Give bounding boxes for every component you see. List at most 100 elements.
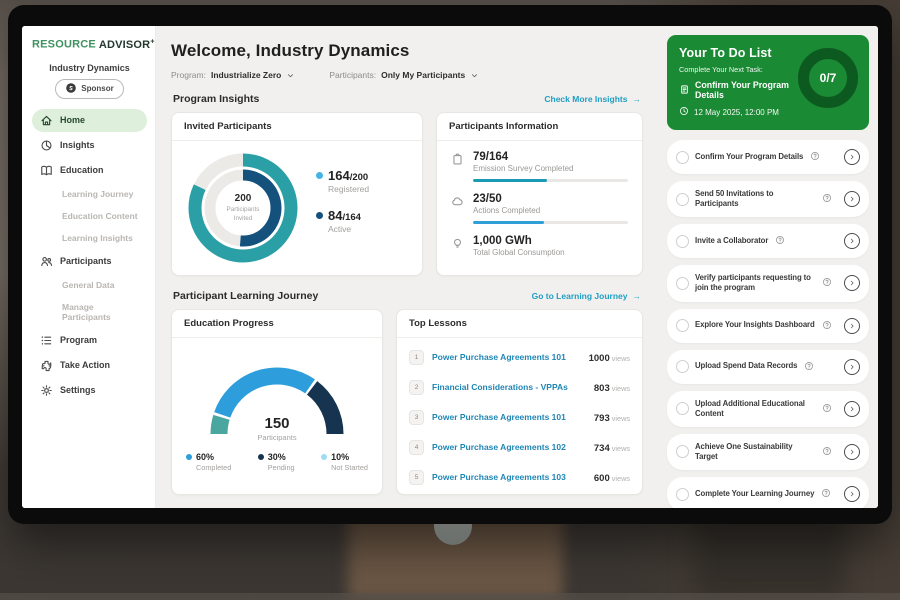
legend-dot bbox=[258, 454, 264, 460]
task-label: Confirm Your Program Details bbox=[695, 152, 803, 162]
question-icon[interactable] bbox=[775, 232, 785, 250]
sidebar-nav: HomeInsightsEducationLearning JourneyEdu… bbox=[32, 109, 147, 402]
task-label: Verify participants requesting to join t… bbox=[695, 273, 815, 293]
sidebar-item-learning-journey[interactable]: Learning Journey bbox=[32, 184, 147, 204]
sidebar-item-manage-participants[interactable]: Manage Participants bbox=[32, 297, 147, 327]
question-icon[interactable] bbox=[810, 148, 820, 166]
lesson-link[interactable]: Power Purchase Agreements 103 bbox=[432, 472, 586, 482]
todo-task-list: Confirm Your Program Details Send 50 Invi… bbox=[667, 140, 869, 508]
todo-task-confirm-your-program-details[interactable]: Confirm Your Program Details bbox=[667, 140, 869, 174]
page-title: Welcome, Industry Dynamics bbox=[171, 41, 643, 61]
education-progress-gauge: 150 Participants bbox=[191, 348, 363, 442]
legend-percent: 10% bbox=[331, 452, 349, 462]
todo-task-complete-your-learning-journey[interactable]: Complete Your Learning Journey bbox=[667, 477, 869, 508]
task-go-button[interactable] bbox=[844, 233, 860, 249]
question-icon bbox=[822, 446, 832, 456]
legend-label: Not Started bbox=[331, 463, 368, 472]
progress-bar bbox=[473, 221, 628, 224]
sponsor-badge-label: Sponsor bbox=[81, 84, 113, 93]
task-checkbox[interactable] bbox=[676, 235, 689, 248]
lesson-row: 4Power Purchase Agreements 102734views bbox=[409, 432, 630, 462]
task-go-button[interactable] bbox=[844, 318, 860, 334]
task-checkbox[interactable] bbox=[676, 445, 689, 458]
question-icon[interactable] bbox=[821, 485, 831, 503]
participants-icon bbox=[40, 255, 53, 268]
sidebar-item-take-action[interactable]: Take Action bbox=[32, 354, 147, 377]
task-go-button[interactable] bbox=[844, 149, 860, 165]
legend-value: 164/200 bbox=[328, 168, 368, 183]
app-logo[interactable]: RESOURCE ADVISOR+ bbox=[32, 38, 147, 51]
sidebar-item-insights[interactable]: Insights bbox=[32, 134, 147, 157]
lesson-link[interactable]: Power Purchase Agreements 101 bbox=[432, 352, 581, 362]
task-checkbox[interactable] bbox=[676, 360, 689, 373]
todo-task-verify-participants-requesting-to-join-the-program[interactable]: Verify participants requesting to join t… bbox=[667, 265, 869, 301]
stat-total-global-consumption: 1,000 GWhTotal Global Consumption bbox=[451, 235, 628, 257]
question-icon[interactable] bbox=[822, 317, 832, 335]
todo-task-upload-additional-educational-content[interactable]: Upload Additional Educational Content bbox=[667, 391, 869, 427]
legend-dot bbox=[316, 212, 323, 219]
task-checkbox[interactable] bbox=[676, 193, 689, 206]
task-go-button[interactable] bbox=[844, 191, 860, 207]
question-icon[interactable] bbox=[804, 358, 814, 376]
chevron-right-icon bbox=[848, 490, 856, 498]
task-checkbox[interactable] bbox=[676, 319, 689, 332]
gauge-center-label: 150 Participants bbox=[191, 415, 363, 442]
lesson-link[interactable]: Power Purchase Agreements 101 bbox=[432, 412, 586, 422]
task-checkbox[interactable] bbox=[676, 277, 689, 290]
todo-task-send-50-invitations-to-participants[interactable]: Send 50 Invitations to Participants bbox=[667, 181, 869, 217]
donut-center-label: 200 Participants Invited bbox=[182, 147, 304, 269]
filter-program[interactable]: Program:Industrialize Zero bbox=[171, 70, 295, 80]
sidebar-item-home[interactable]: Home bbox=[32, 109, 147, 132]
sidebar-item-label: General Data bbox=[62, 280, 114, 290]
sidebar-item-program[interactable]: Program bbox=[32, 329, 147, 352]
sidebar-item-education[interactable]: Education bbox=[32, 159, 147, 182]
question-icon[interactable] bbox=[822, 190, 832, 208]
check-more-insights-link[interactable]: Check More Insights → bbox=[544, 94, 641, 104]
question-icon[interactable] bbox=[822, 443, 832, 461]
card-title: Top Lessons bbox=[397, 310, 642, 338]
sidebar-item-education-content[interactable]: Education Content bbox=[32, 206, 147, 226]
question-icon[interactable] bbox=[822, 274, 832, 292]
sidebar-item-general-data[interactable]: General Data bbox=[32, 275, 147, 295]
task-checkbox[interactable] bbox=[676, 151, 689, 164]
participants-information-card: Participants Information 79/164Emission … bbox=[436, 112, 643, 276]
todo-task-explore-your-insights-dashboard[interactable]: Explore Your Insights Dashboard bbox=[667, 309, 869, 343]
stat-emission-survey-completed: 79/164Emission Survey Completed bbox=[451, 151, 628, 182]
lesson-link[interactable]: Financial Considerations - VPPAs bbox=[432, 382, 586, 392]
legend-dot bbox=[186, 454, 192, 460]
sidebar-item-learning-insights[interactable]: Learning Insights bbox=[32, 228, 147, 248]
lesson-views: 600views bbox=[594, 468, 630, 486]
task-go-button[interactable] bbox=[844, 401, 860, 417]
task-go-button[interactable] bbox=[844, 275, 860, 291]
progress-bar bbox=[473, 179, 628, 182]
sponsor-badge[interactable]: Sponsor bbox=[55, 79, 123, 99]
task-checkbox[interactable] bbox=[676, 402, 689, 415]
filters-row: Program:Industrialize Zero Participants:O… bbox=[171, 70, 643, 80]
app-window: RESOURCE ADVISOR+ Industry Dynamics Spon… bbox=[22, 26, 878, 508]
go-to-learning-journey-link[interactable]: Go to Learning Journey → bbox=[532, 291, 641, 301]
todo-summary-card: Your To Do List Complete Your Next Task:… bbox=[667, 35, 869, 130]
legend-percent: 30% bbox=[268, 452, 286, 462]
task-label: Complete Your Learning Journey bbox=[695, 489, 814, 499]
lesson-link[interactable]: Power Purchase Agreements 102 bbox=[432, 442, 586, 452]
donut-legend: 164/200Registered84/164Active bbox=[316, 168, 369, 248]
card-title: Participants Information bbox=[437, 113, 642, 141]
question-icon[interactable] bbox=[822, 400, 832, 418]
sidebar-item-participants[interactable]: Participants bbox=[32, 250, 147, 273]
lesson-row: 3Power Purchase Agreements 101793views bbox=[409, 402, 630, 432]
todo-task-achieve-one-sustainability-target[interactable]: Achieve One Sustainability Target bbox=[667, 434, 869, 470]
todo-task-invite-a-collaborator[interactable]: Invite a Collaborator bbox=[667, 224, 869, 258]
education-icon bbox=[40, 164, 53, 177]
todo-datetime: 12 May 2025, 12:00 PM bbox=[694, 108, 779, 117]
lesson-rank: 3 bbox=[409, 410, 424, 425]
task-go-button[interactable] bbox=[844, 359, 860, 375]
task-go-button[interactable] bbox=[844, 486, 860, 502]
filter-participants[interactable]: Participants:Only My Participants bbox=[329, 70, 479, 80]
monitor-bezel: RESOURCE ADVISOR+ Industry Dynamics Spon… bbox=[8, 5, 892, 524]
todo-task-upload-spend-data-records[interactable]: Upload Spend Data Records bbox=[667, 350, 869, 384]
task-checkbox[interactable] bbox=[676, 488, 689, 501]
clock-icon bbox=[679, 106, 689, 116]
filter-value: Industrialize Zero bbox=[211, 70, 281, 80]
task-go-button[interactable] bbox=[844, 444, 860, 460]
sidebar-item-settings[interactable]: Settings bbox=[32, 379, 147, 402]
